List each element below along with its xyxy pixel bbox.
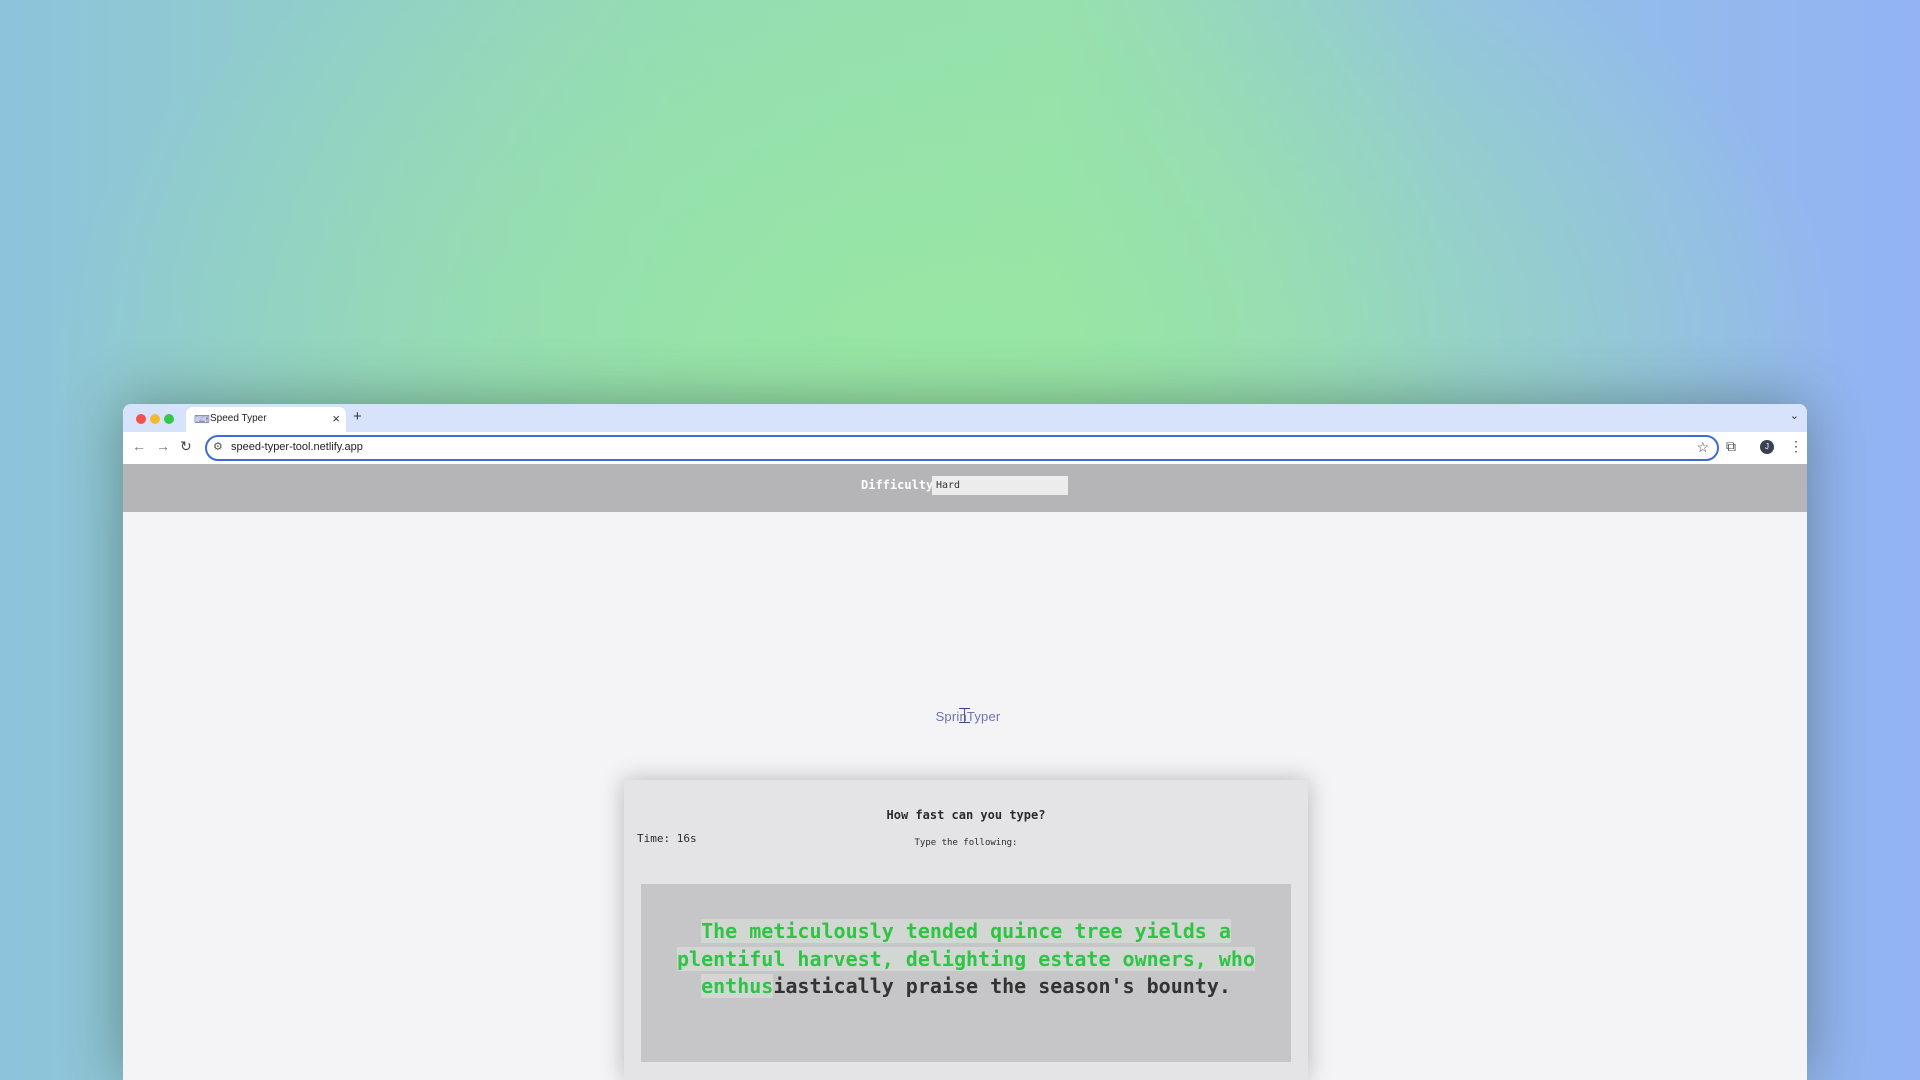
minimize-window-button[interactable]	[150, 414, 160, 424]
profile-avatar[interactable]: J	[1760, 440, 1774, 454]
text-cursor-icon: ⌶	[958, 703, 972, 728]
browser-window: ⌨ Speed Typer × + ⌄ ← → ↻ ⚙ speed-typer-…	[123, 404, 1807, 1080]
favicon-icon: ⌨	[194, 414, 210, 426]
typing-card: How fast can you type? Time: 16s Type th…	[624, 780, 1308, 1080]
quote-box: The meticulously tended quince tree yiel…	[641, 884, 1291, 1062]
instruction-text: Type the following:	[914, 838, 1018, 848]
bookmark-star-icon[interactable]: ☆	[1696, 439, 1709, 456]
browser-menu-icon[interactable]: ⋮	[1789, 438, 1803, 455]
reload-icon[interactable]: ↻	[180, 438, 192, 455]
difficulty-bar: Difficulty Hard	[123, 464, 1807, 512]
back-arrow-icon[interactable]: ←	[132, 438, 146, 454]
new-tab-icon[interactable]: +	[353, 408, 362, 425]
remaining-portion: iastically praise the season's bounty.	[773, 974, 1231, 998]
site-settings-icon[interactable]: ⚙	[213, 440, 223, 453]
card-title: How fast can you type?	[886, 808, 1046, 822]
difficulty-select[interactable]: Hard	[932, 476, 1068, 495]
page-content: Difficulty Hard SprinTyper ⌶ How fast ca…	[123, 464, 1807, 1080]
close-window-button[interactable]	[136, 414, 146, 424]
tab-list-chevron-icon[interactable]: ⌄	[1790, 409, 1799, 422]
browser-toolbar: ← → ↻ ⚙ speed-typer-tool.netlify.app ☆ ⧉…	[123, 432, 1807, 464]
difficulty-label: Difficulty	[861, 478, 934, 492]
address-bar[interactable]: ⚙ speed-typer-tool.netlify.app ☆	[205, 435, 1719, 461]
forward-arrow-icon[interactable]: →	[156, 438, 170, 454]
tab-speed-typer[interactable]: ⌨ Speed Typer ×	[186, 407, 346, 432]
close-tab-icon[interactable]: ×	[332, 411, 340, 426]
tab-strip: ⌨ Speed Typer × + ⌄	[123, 404, 1807, 432]
extensions-icon[interactable]: ⧉	[1726, 438, 1736, 455]
maximize-window-button[interactable]	[164, 414, 174, 424]
url-text: speed-typer-tool.netlify.app	[231, 441, 363, 453]
quote-text: The meticulously tended quince tree yiel…	[671, 918, 1261, 1001]
tab-title: Speed Typer	[210, 413, 267, 424]
